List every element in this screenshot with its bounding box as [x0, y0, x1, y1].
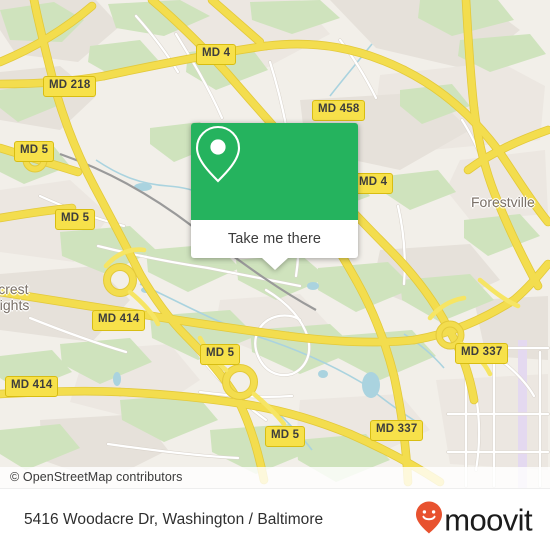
place-label: Forestville: [471, 194, 535, 210]
road-shield: MD 337: [455, 343, 509, 364]
popup-action-bar[interactable]: Take me there: [191, 220, 358, 270]
road-shield: MD 4: [196, 44, 237, 65]
road-shield: MD 5: [55, 209, 96, 230]
road-shield: MD 337: [370, 420, 424, 441]
road-shield: MD 414: [92, 310, 146, 331]
map-screenshot-root: .land { fill:#f2efe9; } .green { fill:#c…: [0, 0, 550, 550]
road-shield: MD 5: [265, 426, 306, 447]
road-shield: MD 414: [5, 376, 59, 397]
road-shield: MD 218: [43, 76, 97, 97]
road-shield: MD 5: [200, 344, 241, 365]
map-attribution: © OpenStreetMap contributors: [0, 467, 550, 488]
footer-bar: 5416 Woodacre Dr, Washington / Baltimore…: [0, 488, 550, 550]
moovit-logo[interactable]: moovit: [415, 501, 533, 540]
moovit-smiley-pin-icon: [415, 501, 443, 540]
map-canvas[interactable]: .land { fill:#f2efe9; } .green { fill:#c…: [0, 0, 550, 488]
popup-tail-pointer: [261, 258, 288, 270]
location-popup[interactable]: Take me there: [191, 123, 358, 270]
footer-address-text: 5416 Woodacre Dr, Washington / Baltimore: [24, 511, 324, 528]
moovit-wordmark: moovit: [444, 502, 532, 538]
road-shield: MD 4: [353, 173, 394, 194]
road-shield: MD 458: [312, 100, 366, 121]
place-label: llcresteights: [0, 281, 30, 313]
popup-marker-area: [191, 123, 358, 220]
take-me-there-label: Take me there: [227, 231, 322, 247]
road-shield: MD 5: [14, 141, 55, 162]
